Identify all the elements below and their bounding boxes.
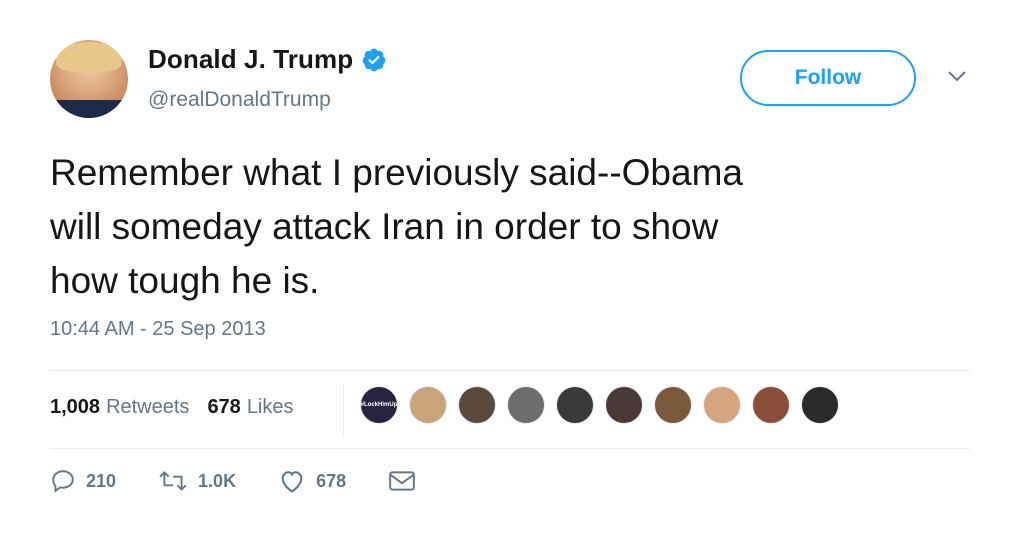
liker-avatar[interactable] — [605, 386, 643, 424]
author-display-name[interactable]: Donald J. Trump — [148, 44, 353, 75]
reply-icon — [52, 470, 74, 493]
tweet-actions: 210 1.0K 678 — [50, 468, 458, 494]
stats-separator — [343, 384, 344, 436]
envelope-icon — [389, 471, 415, 491]
avatar-suit — [50, 100, 128, 118]
avatar-hair — [56, 42, 122, 72]
heart-icon — [281, 471, 303, 493]
chevron-down-icon[interactable] — [946, 68, 968, 84]
verified-badge-icon — [362, 48, 386, 71]
direct-message-action[interactable] — [388, 469, 416, 493]
author-name-row: Donald J. Trump — [148, 44, 387, 75]
retweet-icon — [159, 471, 187, 491]
divider-top — [50, 370, 970, 371]
liker-avatar[interactable] — [409, 386, 447, 424]
liker-avatar[interactable] — [507, 386, 545, 424]
profile-avatar[interactable] — [50, 40, 128, 118]
engagement-stats: 1,008 Retweets 678 Likes — [50, 396, 312, 419]
liker-avatar[interactable] — [752, 386, 790, 424]
tweet-line: will someday attack Iran in order to sho… — [50, 206, 719, 247]
tweet-timestamp[interactable]: 10:44 AM - 25 Sep 2013 — [50, 318, 266, 341]
like-action[interactable]: 678 — [278, 468, 346, 494]
tweet-line: Remember what I previously said--Obama — [50, 152, 743, 193]
likes-label[interactable]: Likes — [247, 396, 294, 419]
reply-action[interactable]: 210 — [50, 468, 116, 494]
liker-avatar[interactable] — [703, 386, 741, 424]
liker-avatar[interactable]: #LockHimUp — [360, 386, 398, 424]
like-count: 678 — [316, 470, 347, 491]
reply-count: 210 — [86, 470, 117, 491]
follow-button[interactable]: Follow — [740, 50, 916, 106]
liker-avatar[interactable] — [801, 386, 839, 424]
retweet-action[interactable]: 1.0K — [158, 468, 236, 494]
liker-avatar[interactable] — [654, 386, 692, 424]
liker-avatar[interactable] — [556, 386, 594, 424]
tweet-line: how tough he is. — [50, 260, 320, 301]
retweets-label[interactable]: Retweets — [106, 396, 189, 419]
liker-avatar[interactable] — [458, 386, 496, 424]
retweet-count: 1.0K — [198, 470, 237, 491]
liker-avatars: #LockHimUp — [360, 386, 850, 424]
divider-bottom — [50, 448, 970, 449]
author-handle[interactable]: @realDonaldTrump — [148, 88, 331, 112]
likes-count[interactable]: 678 — [207, 396, 240, 419]
liker-avatar-tag: #LockHimUp — [360, 402, 398, 408]
tweet-text: Remember what I previously said--Obama w… — [50, 146, 990, 308]
retweets-count[interactable]: 1,008 — [50, 396, 100, 419]
